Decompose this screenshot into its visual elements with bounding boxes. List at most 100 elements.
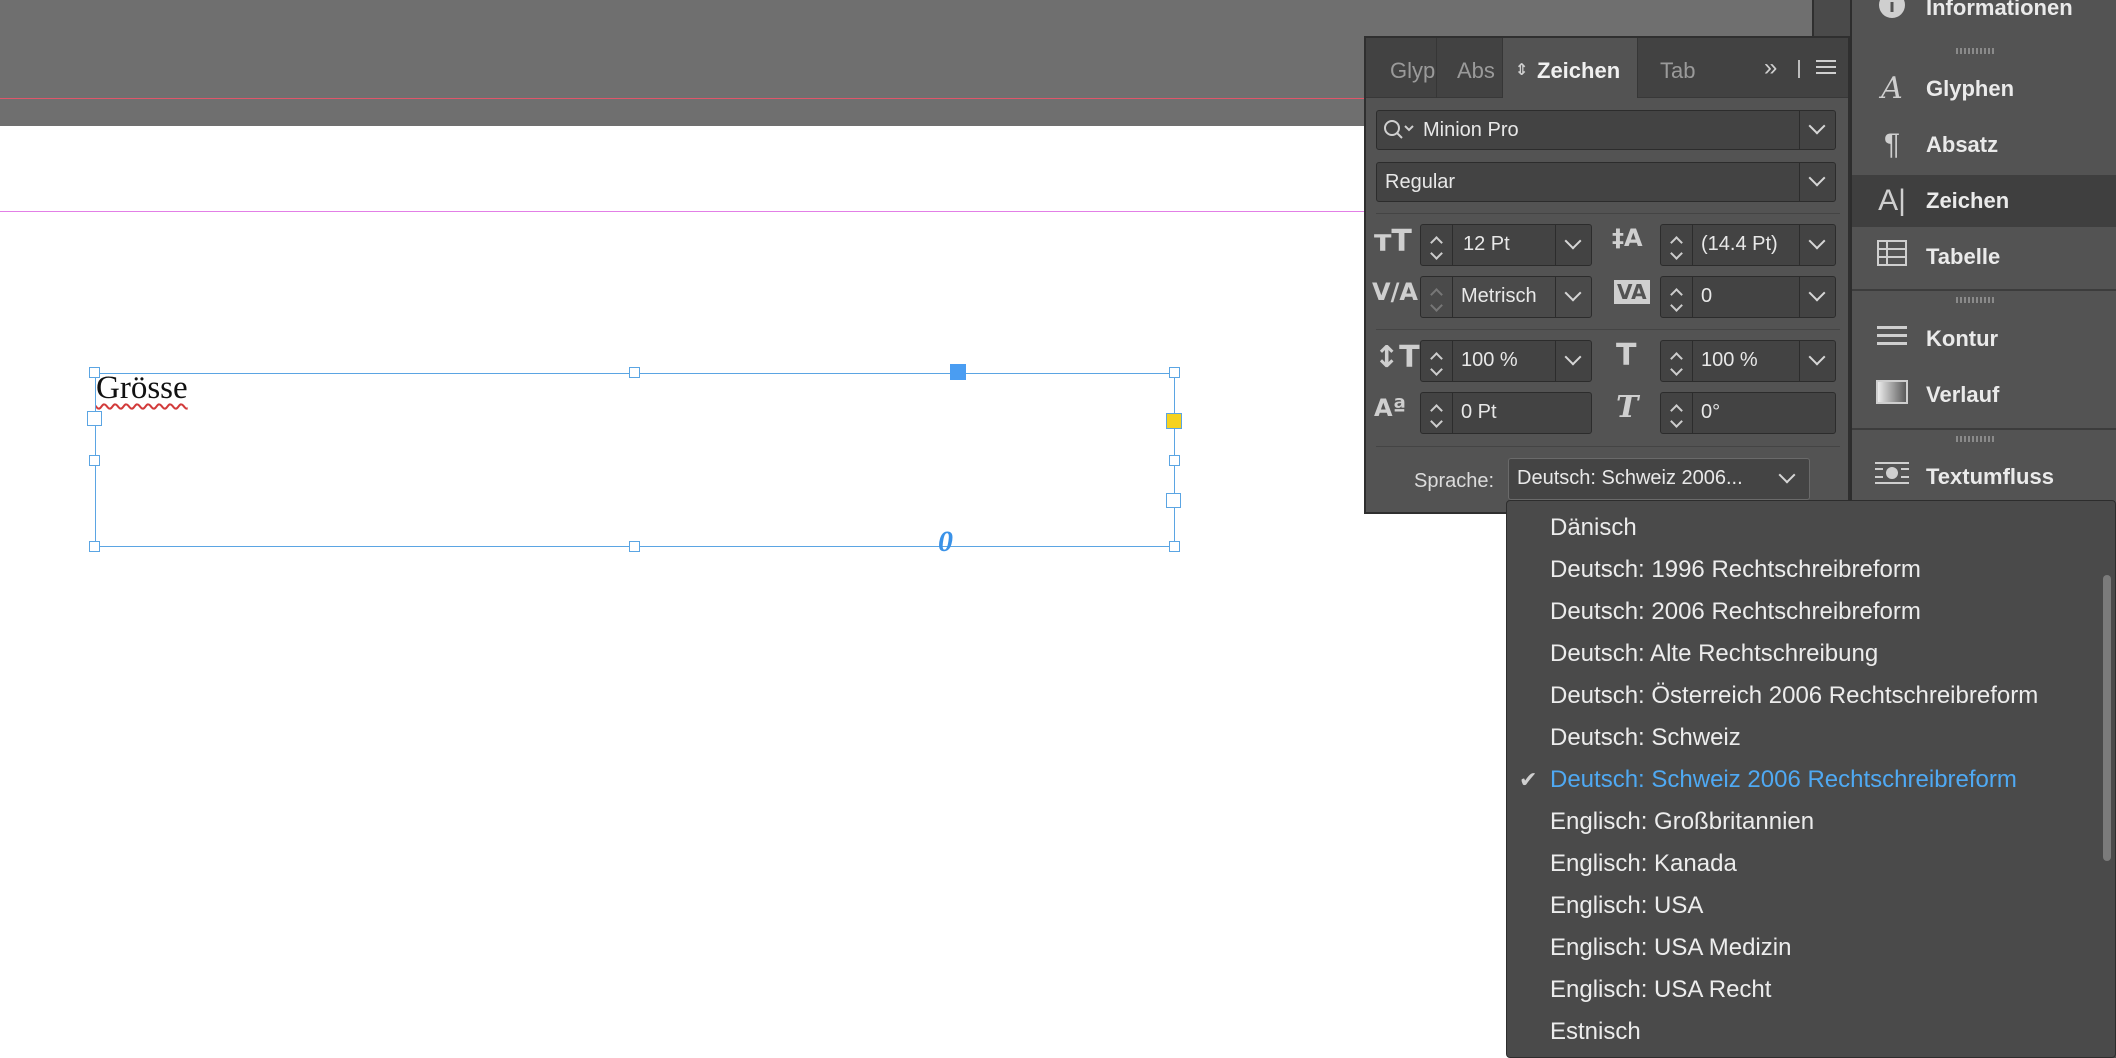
frame-handle-middle-left[interactable]: [89, 455, 100, 466]
frame-handle-top-middle[interactable]: [629, 367, 640, 378]
overset-text-icon: 0: [938, 525, 953, 558]
skew-field[interactable]: 0°: [1660, 392, 1836, 434]
tab-sort-icon: ⇕: [1515, 62, 1529, 79]
language-option-selected[interactable]: ✔ Deutsch: Schweiz 2006 Rechtschreibrefo…: [1507, 759, 2107, 801]
dock-item-textumfluss[interactable]: Textumfluss: [1852, 451, 2116, 503]
tracking-value: 0: [1701, 285, 1713, 307]
out-port-handle[interactable]: [1166, 493, 1181, 508]
baseline-shift-icon: Aª: [1374, 394, 1407, 422]
frame-text-content[interactable]: Grösse: [96, 370, 188, 407]
language-option[interactable]: Deutsch: Schweiz: [1507, 717, 2107, 759]
dock-item-tabelle[interactable]: Tabelle: [1852, 231, 2116, 283]
dock-group-grip[interactable]: [1956, 436, 1996, 442]
chevron-down-icon: [1808, 117, 1826, 135]
language-option[interactable]: Deutsch: 1996 Rechtschreibreform: [1507, 549, 2107, 591]
frame-handle-middle-right[interactable]: [1169, 455, 1180, 466]
dock-item-label: Textumfluss: [1926, 464, 2054, 489]
leading-field[interactable]: (14.4 Pt): [1660, 224, 1836, 266]
language-option[interactable]: Englisch: Kanada: [1507, 843, 2107, 885]
language-option[interactable]: Englisch: USA: [1507, 885, 2107, 927]
language-select[interactable]: Deutsch: Schweiz 2006...: [1508, 458, 1810, 500]
kerning-stepper[interactable]: [1421, 277, 1453, 317]
leading-icon: ‡A: [1612, 224, 1643, 252]
panel-divider: [1376, 213, 1840, 214]
vertical-scale-dropdown-button[interactable]: [1555, 341, 1591, 381]
font-size-dropdown-button[interactable]: [1555, 225, 1591, 265]
chevron-down-icon: [1778, 466, 1796, 484]
font-family-field[interactable]: Minion Pro: [1376, 110, 1836, 150]
dock-item-informationen[interactable]: Informationen: [1852, 0, 2116, 34]
chevron-down-icon: [1564, 284, 1582, 302]
dock-group-grip[interactable]: [1956, 297, 1996, 303]
leading-dropdown-button[interactable]: [1799, 225, 1835, 265]
font-size-stepper[interactable]: [1421, 225, 1453, 265]
dock-item-glyphen[interactable]: A Glyphen: [1852, 63, 2116, 115]
baseline-shift-stepper[interactable]: [1421, 393, 1453, 433]
horizontal-scale-stepper[interactable]: [1661, 341, 1693, 381]
text-frame[interactable]: [95, 373, 1175, 547]
live-corner-handle[interactable]: [1166, 413, 1182, 429]
frame-handle-bottom-right[interactable]: [1169, 541, 1180, 552]
language-option[interactable]: Englisch: USA Medizin: [1507, 927, 2107, 969]
baseline-shift-value: 0 Pt: [1461, 401, 1497, 423]
vertical-scale-field[interactable]: 100 %: [1420, 340, 1592, 382]
dock-group-grip[interactable]: [1956, 48, 1996, 54]
bleed-guide: [0, 98, 1366, 99]
tab-zeichen[interactable]: ⇕ Zeichen: [1502, 38, 1638, 98]
skew-stepper[interactable]: [1661, 393, 1693, 433]
panel-divider: [1376, 329, 1840, 330]
dock-item-verlauf[interactable]: Verlauf: [1852, 369, 2116, 421]
horizontal-scale-field[interactable]: 100 %: [1660, 340, 1836, 382]
tab-glyphen[interactable]: Glyp: [1366, 38, 1436, 98]
baseline-shift-field[interactable]: 0 Pt: [1420, 392, 1592, 434]
skew-icon: T: [1616, 390, 1639, 425]
character-icon: A|: [1878, 184, 1906, 217]
tab-tabelle[interactable]: Tab: [1638, 38, 1728, 98]
dock-item-kontur[interactable]: Kontur: [1852, 313, 2116, 365]
language-option[interactable]: Englisch: Großbritannien: [1507, 801, 2107, 843]
in-port-handle[interactable]: [87, 411, 102, 426]
dropdown-scrollbar[interactable]: [2103, 575, 2111, 861]
dock-item-absatz[interactable]: ¶ Absatz: [1852, 119, 2116, 171]
vertical-scale-stepper[interactable]: [1421, 341, 1453, 381]
chevron-down-icon: [1808, 348, 1826, 366]
language-option[interactable]: Deutsch: 2006 Rechtschreibreform: [1507, 591, 2107, 633]
font-size-field[interactable]: 12 Pt: [1420, 224, 1592, 266]
language-option[interactable]: Estnisch: [1507, 1011, 2107, 1053]
leading-value: (14.4 Pt): [1701, 233, 1778, 255]
language-label: Sprache:: [1414, 470, 1495, 492]
frame-handle-bottom-left[interactable]: [89, 541, 100, 552]
language-value: Deutsch: Schweiz 2006...: [1517, 467, 1743, 489]
more-tabs-icon[interactable]: »: [1764, 54, 1777, 82]
tracking-field[interactable]: 0: [1660, 276, 1836, 318]
frame-handle-bottom-middle[interactable]: [629, 541, 640, 552]
dock-collapse-strip[interactable]: [1812, 0, 1850, 36]
font-style-field[interactable]: Regular: [1376, 162, 1836, 202]
chevron-down-icon: [1564, 348, 1582, 366]
vertical-scale-value: 100 %: [1461, 349, 1518, 371]
language-option[interactable]: Englisch: USA Recht: [1507, 969, 2107, 1011]
dock-item-zeichen[interactable]: A| Zeichen: [1852, 175, 2116, 227]
frame-handle-top-right[interactable]: [1169, 367, 1180, 378]
leading-stepper[interactable]: [1661, 225, 1693, 265]
font-style-dropdown-button[interactable]: [1799, 163, 1835, 201]
tracking-icon: VA: [1614, 280, 1650, 304]
dock-item-label: Glyphen: [1926, 76, 2015, 101]
font-family-dropdown-button[interactable]: [1799, 111, 1835, 149]
font-size-value: 12 Pt: [1463, 233, 1510, 255]
chevron-down-icon: [1808, 232, 1826, 250]
panel-menu-icon[interactable]: [1816, 60, 1836, 74]
tracking-dropdown-button[interactable]: [1799, 277, 1835, 317]
tab-absatz[interactable]: Abs: [1436, 38, 1502, 98]
horizontal-scale-value: 100 %: [1701, 349, 1758, 371]
chevron-down-icon: [1808, 284, 1826, 302]
dock-item-label: Absatz: [1926, 132, 1999, 157]
language-option[interactable]: Dänisch: [1507, 507, 2107, 549]
tracking-stepper[interactable]: [1661, 277, 1693, 317]
anchored-object-handle[interactable]: [950, 364, 966, 380]
language-option[interactable]: Deutsch: Alte Rechtschreibung: [1507, 633, 2107, 675]
kerning-dropdown-button[interactable]: [1555, 277, 1591, 317]
horizontal-scale-dropdown-button[interactable]: [1799, 341, 1835, 381]
language-option[interactable]: Deutsch: Österreich 2006 Rechtschreibref…: [1507, 675, 2107, 717]
kerning-field[interactable]: Metrisch: [1420, 276, 1592, 318]
